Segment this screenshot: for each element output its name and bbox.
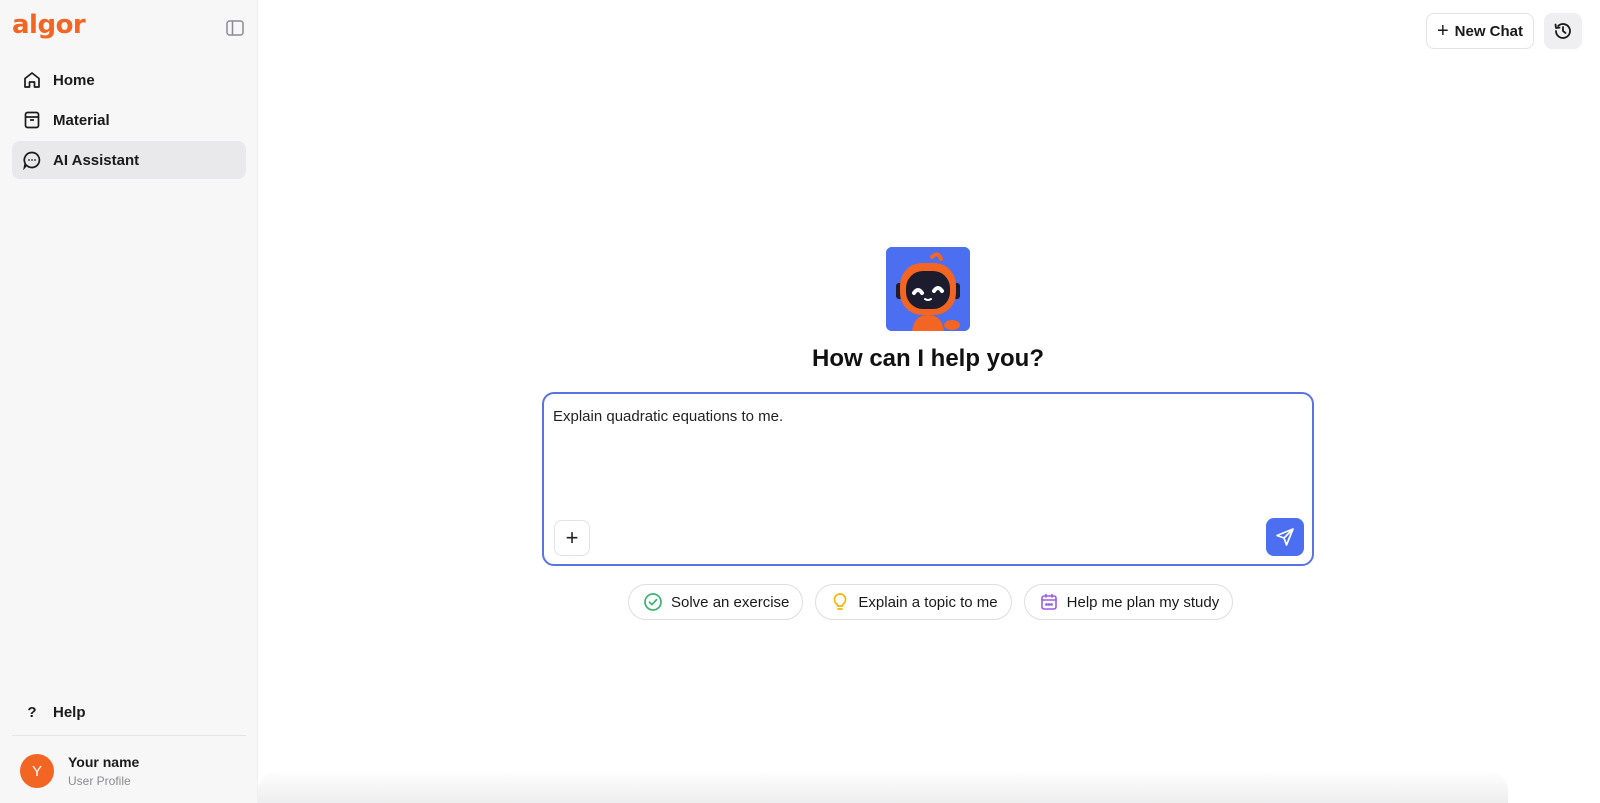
sidebar-item-label: Material	[53, 111, 110, 129]
profile-name: Your name	[68, 754, 140, 770]
attach-button[interactable]: +	[554, 520, 590, 556]
send-icon	[1276, 528, 1294, 546]
suggestion-label: Explain a topic to me	[858, 593, 998, 611]
sidebar-item-label: AI Assistant	[53, 151, 140, 169]
page-title: How can I help you?	[811, 345, 1045, 372]
suggestion-label: Solve an exercise	[671, 593, 790, 611]
chat-input[interactable]: Explain quadratic equations to me.	[553, 408, 1293, 425]
sidebar-panel-icon	[226, 20, 244, 36]
bottom-shadow	[258, 770, 1508, 803]
send-button[interactable]	[1266, 518, 1304, 556]
calendar-icon	[1039, 592, 1059, 612]
history-button[interactable]	[1544, 13, 1582, 49]
suggestion-chips: Solve an exercise Explain a topic to me …	[628, 584, 1234, 620]
lightbulb-icon	[830, 592, 850, 612]
suggestion-solve-exercise[interactable]: Solve an exercise	[628, 584, 804, 620]
plus-icon: +	[1436, 20, 1449, 42]
sidebar: algor Home Material AI Assistant ? Help …	[0, 0, 258, 803]
sidebar-item-label: Home	[53, 71, 95, 89]
new-chat-label: New Chat	[1454, 22, 1524, 40]
home-icon	[21, 69, 43, 91]
suggestion-plan-study[interactable]: Help me plan my study	[1023, 584, 1234, 620]
algor-logo[interactable]: algor	[12, 10, 86, 40]
sidebar-toggle-button[interactable]	[223, 16, 247, 40]
user-profile[interactable]: Y Your name User Profile	[20, 749, 246, 793]
profile-subtitle: User Profile	[68, 774, 131, 788]
help-link[interactable]: ? Help	[12, 694, 246, 730]
sidebar-item-home[interactable]: Home	[12, 61, 246, 99]
sidebar-item-material[interactable]: Material	[12, 101, 246, 139]
plus-icon: +	[565, 525, 579, 550]
avatar: Y	[20, 754, 54, 788]
suggestion-explain-topic[interactable]: Explain a topic to me	[815, 584, 1012, 620]
assistant-mascot	[886, 247, 970, 331]
chat-bubble-icon	[21, 149, 43, 171]
sidebar-item-ai-assistant[interactable]: AI Assistant	[12, 141, 246, 179]
profile-info: Your name User Profile	[68, 754, 139, 788]
chat-input-box[interactable]: Explain quadratic equations to me. +	[542, 392, 1314, 566]
help-label: Help	[53, 703, 86, 721]
sidebar-nav: Home Material AI Assistant	[12, 61, 246, 181]
check-circle-icon	[643, 592, 663, 612]
sidebar-divider	[12, 735, 246, 736]
history-icon	[1554, 23, 1571, 39]
suggestion-label: Help me plan my study	[1066, 593, 1220, 611]
robot-mascot-icon	[886, 247, 970, 331]
question-mark-icon: ?	[27, 703, 37, 721]
archive-box-icon	[21, 109, 43, 131]
new-chat-button[interactable]: + New Chat	[1426, 13, 1534, 49]
